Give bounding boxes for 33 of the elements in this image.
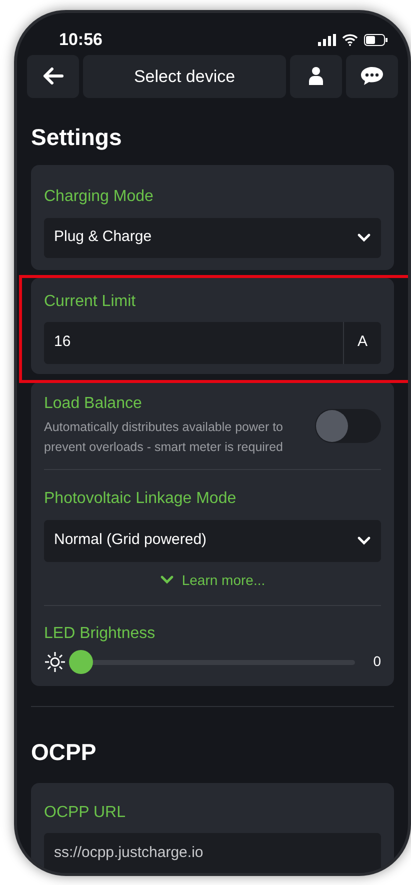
field-label: Current Limit <box>44 292 137 312</box>
signal-icon <box>318 34 336 46</box>
status-time: 10:56 <box>59 29 102 52</box>
sun-icon <box>44 650 66 672</box>
chat-button[interactable] <box>346 54 398 98</box>
brightness-value: 0 <box>372 652 381 671</box>
field-label: Photovoltaic Linkage Mode <box>44 488 238 508</box>
field-label: Charging Mode <box>44 186 154 206</box>
select-device-button[interactable]: Select device <box>83 54 286 98</box>
field-label: LED Brightness <box>44 624 156 644</box>
chevron-down-icon <box>357 536 371 546</box>
wifi-icon <box>342 34 358 46</box>
battery-icon <box>364 34 388 46</box>
back-arrow-icon <box>42 67 64 86</box>
ocpp-url-field[interactable]: ss://ocpp.justcharge.io <box>44 833 381 873</box>
chevron-down-icon <box>160 575 174 585</box>
brightness-slider-track[interactable] <box>69 650 355 674</box>
current-limit-field[interactable]: 16 A <box>44 322 381 364</box>
chat-bubble-icon <box>360 66 384 86</box>
section-title: OCPP <box>31 738 98 766</box>
learn-more-link[interactable]: Learn more... <box>160 570 266 590</box>
field-description: Automatically distributes available power to prevent overloads - smart meter is required <box>44 418 284 456</box>
chevron-down-icon <box>357 232 371 242</box>
field-label: Load Balance <box>44 394 143 414</box>
field-label: OCPP URL <box>44 803 127 823</box>
section-title: Settings <box>31 123 123 152</box>
back-button[interactable] <box>27 54 79 98</box>
pv-mode-dropdown[interactable]: Normal (Grid powered) <box>44 520 381 562</box>
slider-thumb[interactable] <box>69 650 93 674</box>
person-icon <box>308 66 324 86</box>
charging-mode-dropdown[interactable]: Plug & Charge <box>44 218 381 258</box>
load-balance-toggle[interactable] <box>315 408 381 442</box>
account-button[interactable] <box>290 54 342 98</box>
